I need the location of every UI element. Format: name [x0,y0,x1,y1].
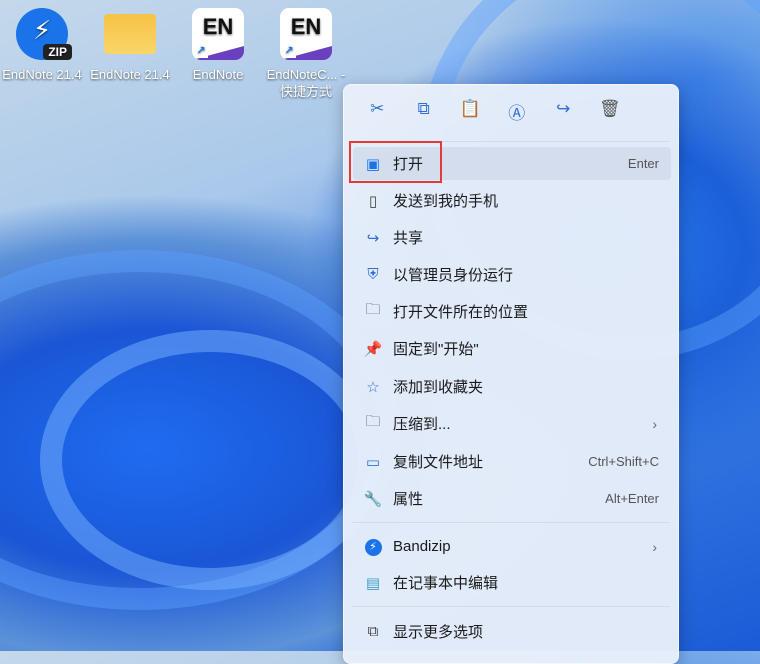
icon-label: EndNote 21.4 [2,67,82,82]
item-label: 添加到收藏夹 [393,379,484,396]
menu-item-pin-to-start[interactable]: 📌 固定到"开始" [353,332,671,365]
item-label: 复制文件地址 [393,454,484,471]
desktop-icon-endnote-folder[interactable]: EndNote 21.4 [88,8,172,83]
shortcut: Alt+Enter [605,491,659,506]
item-label: 共享 [393,230,424,247]
delete-icon[interactable]: 🗑 [587,99,634,124]
zip-archive-icon: ⚡ ZIP [16,8,72,60]
menu-item-copy-path[interactable]: ▭ 复制文件地址 Ctrl+Shift+C [353,445,671,478]
menu-item-share[interactable]: ↪ 共享 [353,221,671,254]
shortcut: Ctrl+Shift+C [588,454,659,469]
wrench-icon: 🔧 [363,490,383,508]
path-icon: ▭ [365,453,381,471]
desktop-icon-endnote-shortcut[interactable]: EN ↗ EndNoteC... - 快捷方式 [264,8,348,100]
shortcut-arrow-icon: ↗ [194,44,208,58]
menu-item-run-as-admin[interactable]: ⛨ 以管理员身份运行 [353,258,671,291]
menu-item-open-location[interactable]: 🗀 打开文件所在的位置 [353,295,671,328]
divider [352,606,670,607]
share-icon[interactable]: ↪ [540,99,587,124]
icon-label: EndNote 21.4 [90,67,170,82]
shield-icon: ⛨ [367,266,379,283]
more-options-icon: ⧉ [367,623,379,640]
bandizip-icon: ⚡ [353,537,393,556]
endnote-icon: EN ↗ [192,8,244,60]
context-toolbar: ✂ ⧉ 📋 Ⓐ ↪ 🗑 [354,99,633,124]
desktop-icon-endnote[interactable]: EN ↗ EndNote [176,8,260,83]
icon-label: EndNote [192,67,244,82]
menu-item-edit-notepad[interactable]: ▤ 在记事本中编辑 [353,566,671,599]
item-label: 压缩到... [393,416,451,433]
paste-icon[interactable]: 📋 [447,99,494,124]
item-label: 固定到"开始" [393,341,479,358]
menu-item-compress[interactable]: 🗀 压缩到... › [353,407,671,440]
item-label: 属性 [393,491,424,508]
star-icon: ☆ [366,378,380,396]
shortcut-arrow-icon: ↗ [282,44,296,58]
item-label: 在记事本中编辑 [393,575,499,592]
copy-icon[interactable]: ⧉ [401,99,448,124]
menu-item-send-to-phone[interactable]: ▯ 发送到我的手机 [353,184,671,217]
rename-icon[interactable]: Ⓐ [494,99,541,124]
notepad-icon: ▤ [365,574,381,592]
icon-label: EndNoteC... - 快捷方式 [266,67,346,99]
highlight-box [349,141,442,183]
chevron-right-icon: › [652,538,657,555]
pin-icon: 📌 [363,340,383,358]
chevron-right-icon: › [652,415,657,432]
folder-icon [104,14,156,54]
item-label: 以管理员身份运行 [393,267,514,284]
menu-item-add-favorites[interactable]: ☆ 添加到收藏夹 [353,370,671,403]
menu-item-show-more-options[interactable]: ⧉ 显示更多选项 [353,615,671,648]
item-label: Bandizip [393,538,451,555]
shortcut: Enter [627,156,659,171]
folder-icon: 🗀 [365,301,381,318]
desktop-icon-endnote-zip[interactable]: ⚡ ZIP EndNote 21.4 [0,8,84,83]
phone-icon: ▯ [368,192,378,210]
menu-item-bandizip[interactable]: ⚡ Bandizip › [353,530,671,563]
cut-icon[interactable]: ✂ [354,99,401,124]
menu-item-properties[interactable]: 🔧 属性 Alt+Enter [353,482,671,515]
item-label: 发送到我的手机 [393,193,499,210]
share-icon: ↪ [366,229,380,247]
zip-icon: 🗀 [365,413,381,430]
endnote-icon: EN ↗ [280,8,332,60]
item-label: 显示更多选项 [393,624,484,641]
item-label: 打开文件所在的位置 [393,304,529,321]
divider [352,522,670,523]
